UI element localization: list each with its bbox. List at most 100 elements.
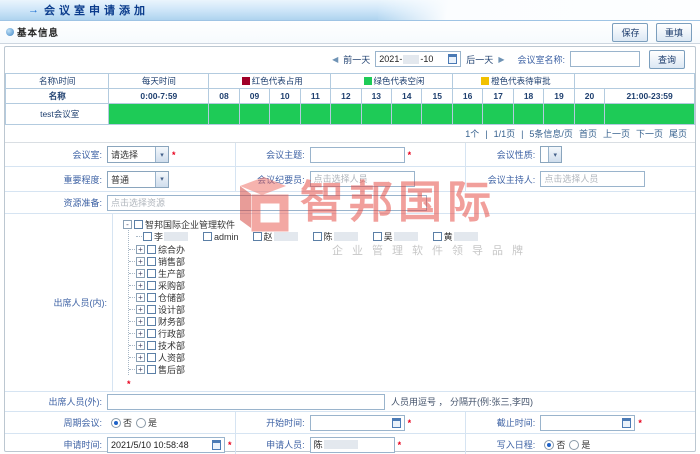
checkbox[interactable] — [203, 232, 212, 241]
time-slot-free[interactable] — [574, 104, 604, 125]
tree-root-label[interactable]: 智邦国际企业管理软件 — [145, 218, 235, 231]
tree-dept: +人资部 — [129, 351, 695, 363]
chevron-down-icon: ▾ — [155, 147, 168, 162]
expand-icon[interactable]: + — [136, 341, 145, 350]
checkbox[interactable] — [147, 365, 156, 374]
applicant-input[interactable]: 陈 — [310, 437, 395, 453]
calendar-icon[interactable] — [392, 418, 401, 428]
expand-icon[interactable]: + — [136, 281, 145, 290]
checkbox[interactable] — [147, 317, 156, 326]
expand-icon[interactable]: + — [136, 365, 145, 374]
start-time-input[interactable] — [310, 415, 405, 431]
time-slot-free[interactable] — [209, 104, 239, 125]
topic-input[interactable] — [310, 147, 405, 163]
tree-dept: +综合办 — [129, 243, 695, 255]
checkbox[interactable] — [147, 305, 156, 314]
reset-button[interactable]: 重填 — [656, 23, 692, 42]
checkbox[interactable] — [147, 257, 156, 266]
last-page-link[interactable]: 尾页 — [669, 127, 687, 140]
checkbox[interactable] — [147, 245, 156, 254]
time-slot-free[interactable] — [109, 104, 209, 125]
date-value-suffix: -10 — [420, 54, 433, 64]
required-mark: * — [127, 379, 695, 389]
checkbox[interactable] — [147, 341, 156, 350]
checkbox[interactable] — [147, 329, 156, 338]
section-bar: 基本信息 保存 重填 — [0, 21, 700, 44]
expand-icon[interactable]: + — [136, 317, 145, 326]
expand-icon[interactable]: + — [136, 245, 145, 254]
redacted-text — [164, 232, 188, 241]
chevron-down-icon: ▾ — [155, 172, 168, 187]
periodic-yes-radio[interactable] — [136, 418, 146, 428]
time-slot-free[interactable] — [270, 104, 300, 125]
time-slot-free[interactable] — [483, 104, 513, 125]
schedule-write-no-radio[interactable] — [544, 440, 554, 450]
resource-input[interactable] — [107, 195, 427, 211]
date-input[interactable]: 2021--10 — [375, 51, 461, 67]
time-slot-free[interactable] — [422, 104, 452, 125]
checkbox[interactable] — [147, 293, 156, 302]
calendar-icon[interactable] — [622, 418, 631, 428]
time-slot-free[interactable] — [513, 104, 543, 125]
checkbox[interactable] — [373, 232, 382, 241]
expand-icon[interactable]: + — [136, 293, 145, 302]
chevron-down-icon: ▾ — [548, 147, 561, 162]
legend-free: 绿色代表空闲 — [331, 74, 453, 89]
applicant-label: 申请人员: — [236, 438, 310, 451]
checkbox[interactable] — [147, 353, 156, 362]
attendees-external-input[interactable] — [107, 394, 385, 410]
expand-icon[interactable]: + — [136, 353, 145, 362]
expand-icon[interactable]: + — [136, 257, 145, 266]
prev-day-arrow-icon[interactable]: ◀ — [332, 55, 338, 64]
checkbox[interactable] — [313, 232, 322, 241]
checkbox[interactable] — [147, 269, 156, 278]
legend-pending: 橙色代表待审批 — [452, 74, 574, 89]
room-name-search-input[interactable] — [570, 51, 640, 67]
hour-header: 08 — [209, 89, 239, 104]
next-page-link[interactable]: 下一页 — [636, 127, 663, 140]
first-page-link[interactable]: 首页 — [579, 127, 597, 140]
pagination-bar: 1个 | 1/1页 | 5条信息/页 首页 上一页 下一页 尾页 — [5, 125, 695, 142]
collapse-icon[interactable]: - — [123, 220, 132, 229]
save-button[interactable]: 保存 — [612, 23, 648, 42]
schedule-write-yes-radio[interactable] — [569, 440, 579, 450]
prev-day-button[interactable]: 前一天 — [343, 53, 370, 66]
time-slot-free[interactable] — [331, 104, 361, 125]
calendar-icon[interactable] — [448, 54, 457, 64]
end-time-input[interactable] — [540, 415, 635, 431]
checkbox[interactable] — [253, 232, 262, 241]
time-slot-free[interactable] — [605, 104, 695, 125]
time-slot-free[interactable] — [300, 104, 330, 125]
expand-icon[interactable]: + — [136, 329, 145, 338]
host-input[interactable] — [540, 171, 645, 187]
apply-time-input[interactable]: 2021/5/10 10:58:48 — [107, 437, 225, 453]
time-slot-free[interactable] — [361, 104, 391, 125]
next-day-arrow-icon[interactable]: ▶ — [498, 55, 504, 64]
date-redacted — [403, 55, 419, 64]
search-button[interactable]: 查询 — [649, 50, 685, 69]
prev-page-link[interactable]: 上一页 — [603, 127, 630, 140]
tree-dept: +技术部 — [129, 339, 695, 351]
periodic-no-radio[interactable] — [111, 418, 121, 428]
start-time-label: 开始时间: — [236, 416, 310, 429]
checkbox[interactable] — [433, 232, 442, 241]
expand-icon[interactable]: + — [136, 269, 145, 278]
end-time-label: 截止时间: — [466, 416, 540, 429]
title-tab: → 会议室申请添加 — [0, 2, 149, 18]
next-day-button[interactable]: 后一天 — [466, 53, 493, 66]
time-slot-free[interactable] — [544, 104, 574, 125]
checkbox[interactable] — [143, 232, 152, 241]
room-select[interactable]: 请选择 ▾ — [107, 146, 169, 163]
form-row: 资源准备: — [5, 191, 695, 213]
checkbox[interactable] — [147, 281, 156, 290]
redacted-text — [454, 232, 478, 241]
nature-select[interactable]: ▾ — [540, 146, 562, 163]
time-slot-free[interactable] — [392, 104, 422, 125]
time-slot-free[interactable] — [452, 104, 482, 125]
calendar-icon[interactable] — [212, 440, 221, 450]
importance-select[interactable]: 普通 ▾ — [107, 171, 169, 188]
recorder-input[interactable] — [310, 171, 415, 187]
time-slot-free[interactable] — [239, 104, 269, 125]
checkbox[interactable] — [134, 220, 143, 229]
expand-icon[interactable]: + — [136, 305, 145, 314]
